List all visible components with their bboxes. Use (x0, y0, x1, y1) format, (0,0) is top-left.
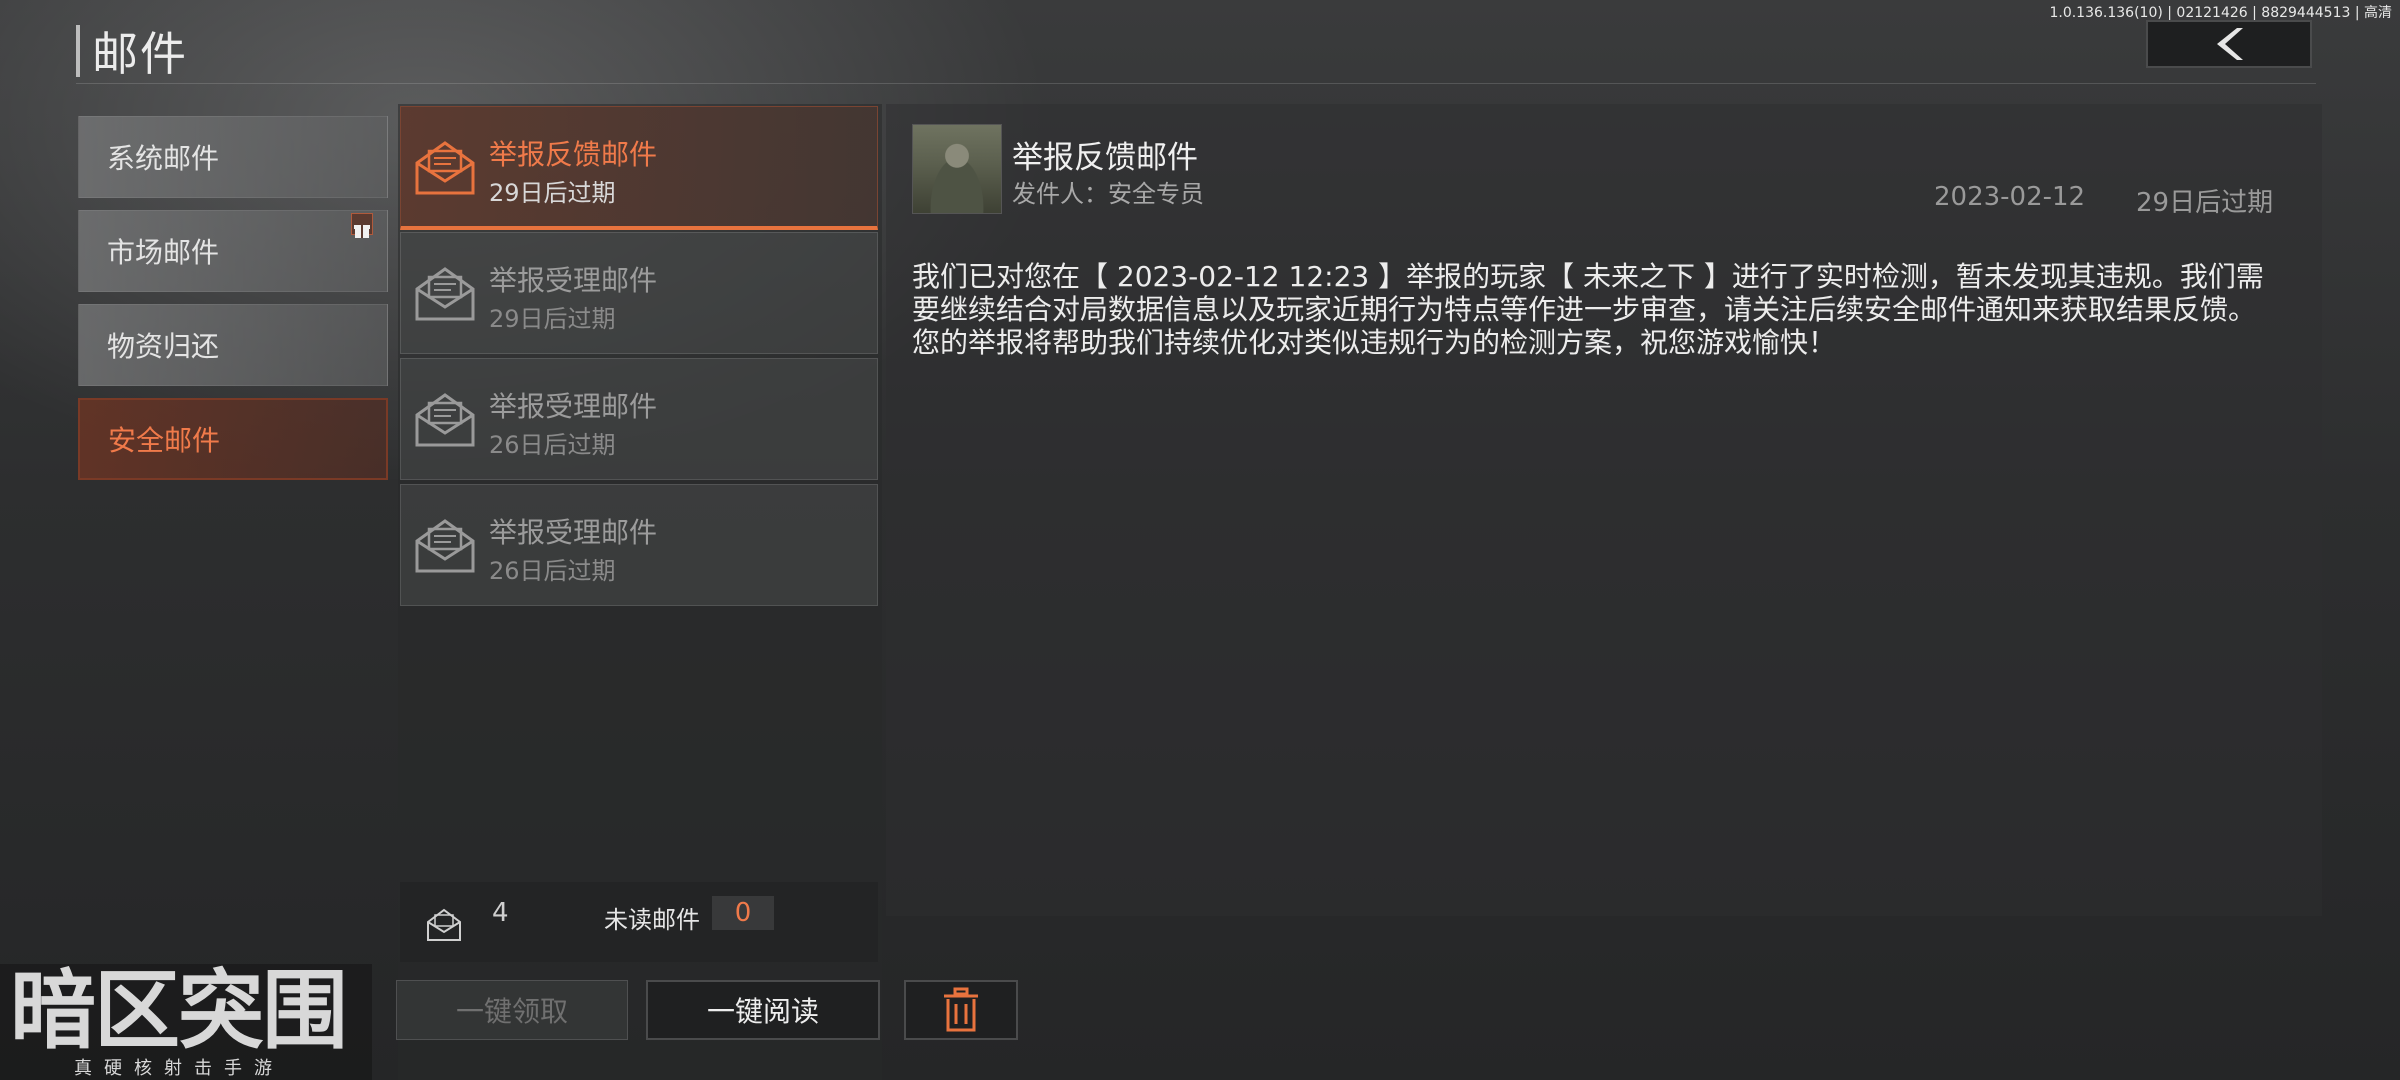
sender-avatar (912, 124, 1002, 214)
envelope-open-icon (415, 267, 475, 321)
back-button[interactable] (2146, 20, 2312, 68)
trash-icon (944, 987, 978, 1032)
delete-button[interactable] (904, 980, 1018, 1040)
mail-list-item[interactable]: 举报受理邮件 26日后过期 (400, 484, 878, 606)
envelope-open-icon (415, 519, 475, 573)
build-info: 1.0.136.136(10) | 02121426 | 8829444513 … (2049, 5, 2392, 21)
read-all-button[interactable]: 一键阅读 (646, 980, 880, 1040)
mail-title: 举报反馈邮件 (489, 138, 658, 171)
detail-expire: 29日后过期 (2136, 188, 2274, 218)
detail-body-line: 您的举报将帮助我们持续优化对类似违规行为的检测方案，祝您游戏愉快！ (912, 326, 1837, 359)
claim-all-button[interactable]: 一键领取 (396, 980, 628, 1040)
header-divider (76, 83, 2316, 84)
mail-list-footer: 4 未读邮件 0 (400, 882, 878, 962)
envelope-icon (427, 908, 461, 941)
detail-body: 我们已对您在【 2023-02-12 12:23 】举报的玩家【 未来之下 】进… (912, 260, 2272, 359)
mail-expire: 26日后过期 (489, 431, 616, 459)
category-label: 市场邮件 (107, 236, 220, 269)
category-supply-return[interactable]: 物资归还 (78, 304, 388, 386)
logo-tagline: 真硬核射击手游 (74, 1058, 284, 1079)
gift-icon (351, 213, 373, 238)
page-header: 邮件 (76, 18, 188, 84)
mail-list-item[interactable]: 举报受理邮件 26日后过期 (400, 358, 878, 480)
unread-count: 0 (712, 896, 774, 930)
mail-title: 举报受理邮件 (489, 516, 658, 549)
detail-sender: 发件人：安全专员 (1012, 180, 1204, 208)
mail-list-item[interactable]: 举报受理邮件 29日后过期 (400, 232, 878, 354)
category-label: 安全邮件 (108, 424, 221, 457)
detail-title: 举报反馈邮件 (1012, 140, 1198, 176)
game-logo: 暗区突围 真硬核射击手游 (0, 964, 372, 1080)
mail-total-count: 4 (492, 898, 509, 928)
mail-screen: 1.0.136.136(10) | 02121426 | 8829444513 … (0, 0, 2400, 1080)
chevron-left-icon (2217, 28, 2243, 60)
category-security-mail[interactable]: 安全邮件 (78, 398, 388, 480)
mail-list-item[interactable]: 举报反馈邮件 29日后过期 (400, 106, 878, 230)
mail-expire: 29日后过期 (489, 305, 616, 333)
envelope-open-icon (415, 141, 475, 195)
mail-title: 举报受理邮件 (489, 390, 658, 423)
detail-date: 2023-02-12 (1934, 182, 2086, 212)
category-label: 物资归还 (107, 330, 220, 363)
logo-title: 暗区突围 (10, 961, 348, 1061)
mail-expire: 26日后过期 (489, 557, 616, 585)
detail-body-line: 要继续结合对局数据信息以及玩家近期行为特点等作进一步审查，请关注后续安全邮件通知… (912, 293, 2257, 326)
category-label: 系统邮件 (107, 142, 220, 175)
mail-expire: 29日后过期 (489, 179, 616, 207)
envelope-open-icon (415, 393, 475, 447)
detail-body-line: 我们已对您在【 2023-02-12 12:23 】举报的玩家【 未来之下 】进… (912, 260, 2264, 293)
category-market-mail[interactable]: 市场邮件 (78, 210, 388, 292)
page-title: 邮件 (92, 27, 188, 81)
unread-label: 未读邮件 (604, 906, 700, 934)
category-system-mail[interactable]: 系统邮件 (78, 116, 388, 198)
mail-detail-panel (886, 104, 2322, 916)
mail-title: 举报受理邮件 (489, 264, 658, 297)
title-marker (76, 25, 80, 77)
